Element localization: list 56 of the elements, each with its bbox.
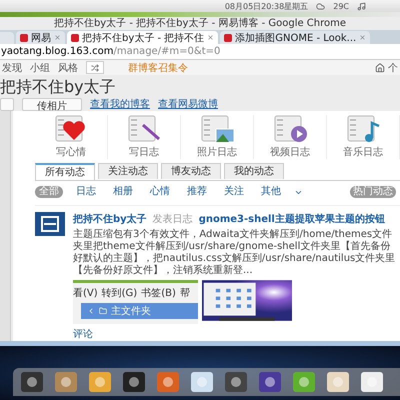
folder-icon — [99, 307, 107, 315]
window-title: 把持不住by太子 - 把持不住by太子 - 网易博客 - Google Chrome — [0, 17, 400, 30]
desktop-screenshot[interactable] — [202, 280, 292, 321]
clock-text[interactable]: 08月05日20:38星期五 — [224, 0, 308, 12]
feed-tab[interactable]: 我的动态 — [224, 163, 284, 179]
close-icon[interactable] — [54, 34, 61, 41]
nav-link[interactable]: 小组 — [30, 60, 50, 74]
action-label[interactable]: 照片日志 — [197, 145, 237, 159]
site-favicon-icon — [20, 34, 28, 42]
action-label[interactable]: 写心情 — [56, 145, 86, 159]
site-favicon-icon — [224, 34, 232, 42]
menu-item: 书签(B) — [141, 286, 176, 300]
shuffle-icon — [91, 64, 99, 72]
music-note-icon[interactable] — [357, 2, 366, 10]
filter-link[interactable]: 心情 — [146, 186, 174, 198]
filter-link[interactable]: 日志 — [72, 186, 100, 198]
post-excerpt: 主题压缩包有3个有效文件，Adwaita文件夹解压到/home/themes文件夹里把theme文件解压到/usr/share/gnome-shell文件夹里【首先备份好默认的主题】，把nautilus.css文解压到/usr/share/nautilus文件夹里【先备份好原文件】，注销系统重新登... — [73, 229, 396, 277]
menu-item: 帮 — [180, 286, 190, 300]
avatar-icon[interactable] — [35, 212, 65, 236]
browser-tab[interactable]: 添加插图GNOME - Look... — [220, 31, 370, 44]
weather-cloud-icon[interactable] — [316, 2, 326, 10]
location-label: 主文件夹 — [111, 304, 151, 318]
nav-link[interactable]: 发现 — [2, 60, 22, 74]
browser-tab[interactable]: 把持不住by太子 - 把持不住 — [67, 31, 218, 44]
action-label[interactable]: 音乐日志 — [343, 145, 383, 159]
shuffle-button[interactable] — [86, 61, 104, 74]
filter-link[interactable]: 关注 — [220, 186, 248, 198]
feed-tab[interactable]: 博友动态 — [161, 163, 221, 179]
close-icon[interactable] — [359, 34, 366, 41]
nav-link[interactable]: 风格 — [58, 60, 78, 74]
feed-tab[interactable]: 所有动态 — [35, 163, 95, 180]
temperature-text: 29C — [333, 2, 349, 10]
feed-tab[interactable]: 关注动态 — [98, 163, 158, 179]
author-link[interactable]: 把持不住by太子 — [73, 212, 147, 226]
file-manager-screenshot[interactable]: 看(V) 转到(G) 书签(B) 帮 主文件夹 — [73, 280, 198, 324]
comment-link[interactable]: 评论 — [73, 327, 396, 341]
post-title-link[interactable]: gnome3-shell主题提取苹果主题的按钮 — [198, 212, 385, 226]
account-link[interactable]: 个 — [388, 60, 398, 74]
blog-link[interactable]: 查看我的博客 — [90, 97, 150, 111]
browser-tab[interactable]: 网易 — [16, 31, 65, 44]
upload-photo-button[interactable]: 传相片 — [22, 98, 82, 110]
post-action-text: 发表日志 — [152, 212, 193, 226]
blog-link[interactable]: 查看网易微博 — [158, 97, 218, 111]
address-field[interactable]: yaotang.blog.163.com/manage/#m=0&t=0 — [0, 44, 400, 60]
menu-item: 看(V) — [73, 286, 98, 300]
site-favicon-icon — [71, 34, 79, 42]
menu-item: 转到(G) — [102, 287, 138, 300]
action-label[interactable]: 视频日志 — [270, 145, 310, 159]
back-chevron-icon — [87, 307, 95, 315]
filter-link[interactable]: 推荐 — [183, 186, 211, 198]
close-icon[interactable] — [207, 34, 214, 41]
filter-link[interactable]: 其他 — [257, 186, 285, 198]
blog-title: 把持不住by太子 — [0, 76, 117, 97]
filter-link[interactable]: 相册 — [109, 186, 137, 198]
action-label[interactable]: 写日志 — [129, 145, 159, 159]
home-icon[interactable] — [375, 62, 385, 72]
